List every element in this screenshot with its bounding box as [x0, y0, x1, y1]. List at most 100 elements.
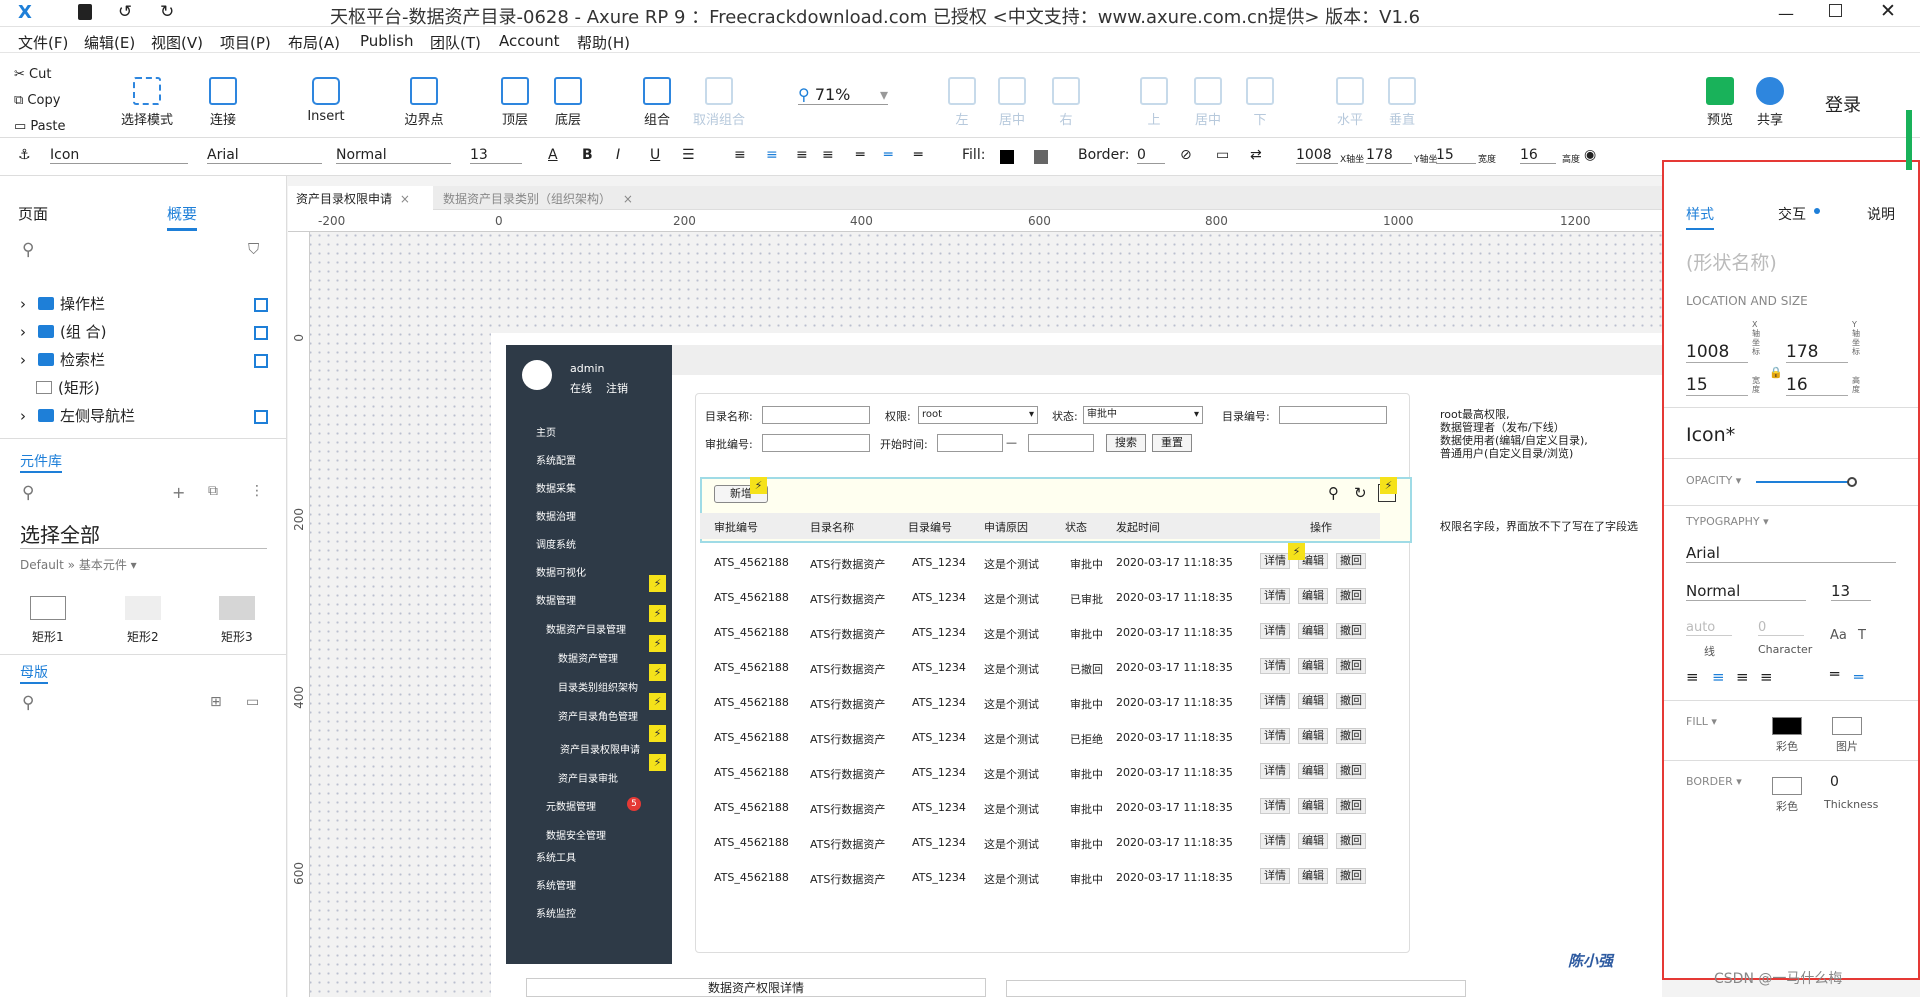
- nav-item[interactable]: 数据采集: [536, 480, 576, 495]
- revoke-button[interactable]: 撤回: [1336, 658, 1366, 674]
- valign-top-icon[interactable]: ═: [856, 147, 864, 163]
- search-button[interactable]: 搜索: [1106, 434, 1146, 452]
- shape-name-input[interactable]: (形状名称): [1686, 248, 1777, 275]
- opacity-slider-track[interactable]: [1756, 481, 1852, 483]
- maximize-icon[interactable]: [1829, 4, 1842, 17]
- menu-view[interactable]: 视图(V): [151, 32, 203, 53]
- edit-button[interactable]: 编辑: [1298, 623, 1328, 639]
- connect-button[interactable]: 连接: [198, 77, 248, 128]
- fill-color-swatch[interactable]: [1772, 717, 1802, 735]
- interaction-bolt-icon[interactable]: ⚡: [649, 575, 666, 592]
- x-coordinate-field[interactable]: 1008: [1686, 342, 1748, 363]
- detail-button[interactable]: 详情: [1260, 658, 1290, 674]
- outline-item[interactable]: › 操作栏: [20, 293, 105, 314]
- fill-color-swatch[interactable]: [1000, 150, 1014, 164]
- border-visibility-icon[interactable]: ▭: [1216, 147, 1229, 163]
- revoke-button[interactable]: 撤回: [1336, 553, 1366, 569]
- interaction-bolt-icon[interactable]: ⚡: [649, 693, 666, 710]
- height-field[interactable]: 16: [1786, 375, 1848, 396]
- lock-icon[interactable]: 🔒: [1769, 366, 1783, 379]
- select-mode-button[interactable]: 选择模式: [117, 77, 177, 128]
- nav-item[interactable]: 主页: [536, 424, 556, 439]
- revoke-button[interactable]: 撤回: [1336, 833, 1366, 849]
- valign-top-icon[interactable]: ═: [1830, 665, 1839, 683]
- nav-item[interactable]: 数据管理: [536, 592, 576, 607]
- detail-button[interactable]: 详情: [1260, 763, 1290, 779]
- bring-top-button[interactable]: 顶层: [495, 77, 535, 128]
- tab-notes[interactable]: 说明: [1867, 204, 1895, 224]
- search-icon[interactable]: ⚲: [1328, 484, 1339, 502]
- nav-item[interactable]: 元数据管理: [546, 798, 596, 813]
- detail-button[interactable]: 详情: [1260, 553, 1290, 569]
- revoke-button[interactable]: 撤回: [1336, 728, 1366, 744]
- nav-item[interactable]: 目录类别组织架构: [558, 679, 638, 694]
- align-right-button[interactable]: 右: [1046, 77, 1086, 128]
- logout-link[interactable]: 注销: [606, 380, 628, 396]
- interaction-bolt-icon[interactable]: ⚡: [649, 725, 666, 742]
- send-bottom-button[interactable]: 底层: [548, 77, 588, 128]
- width-field[interactable]: 15: [1436, 147, 1476, 164]
- font-size-field[interactable]: 13: [1831, 582, 1871, 601]
- preview-button[interactable]: 预览: [1700, 77, 1740, 128]
- menu-file[interactable]: 文件(F): [18, 32, 68, 53]
- align-left-button[interactable]: 左: [942, 77, 982, 128]
- valign-middle-icon[interactable]: ═: [1854, 668, 1863, 686]
- visibility-checkbox[interactable]: [254, 326, 268, 340]
- tab-pages[interactable]: 页面: [18, 203, 48, 224]
- nav-item[interactable]: 资产目录角色管理: [558, 708, 638, 723]
- ungroup-button[interactable]: 取消组合: [688, 77, 750, 128]
- revoke-button[interactable]: 撤回: [1336, 693, 1366, 709]
- detail-button[interactable]: 详情: [1260, 623, 1290, 639]
- detail-button[interactable]: 详情: [1260, 798, 1290, 814]
- library-search-icon[interactable]: ⚲: [22, 483, 34, 503]
- save-icon[interactable]: [78, 4, 92, 20]
- y-field[interactable]: 178: [1366, 147, 1412, 164]
- font-weight-field[interactable]: Normal: [1686, 582, 1806, 601]
- add-library-icon[interactable]: +: [172, 483, 185, 502]
- redo-icon[interactable]: ↻: [160, 2, 174, 22]
- tab-interactions[interactable]: 交互: [1778, 204, 1806, 224]
- tab-permission-apply[interactable]: 资产目录权限申请 ×: [288, 186, 433, 210]
- outline-item[interactable]: › 左侧导航栏: [20, 405, 135, 426]
- menu-publish[interactable]: Publish: [360, 32, 413, 50]
- style-name[interactable]: Icon*: [1686, 424, 1735, 446]
- tab-style[interactable]: 样式: [1686, 204, 1714, 230]
- start-date-input[interactable]: [937, 434, 1003, 452]
- edit-button[interactable]: 编辑: [1298, 728, 1328, 744]
- interaction-bolt-icon[interactable]: ⚡: [649, 754, 666, 771]
- nav-item[interactable]: 系统工具: [536, 849, 576, 864]
- valign-bottom-icon[interactable]: ═: [914, 147, 922, 163]
- widget-style-select[interactable]: Icon: [50, 147, 188, 164]
- detail-button[interactable]: 详情: [1260, 693, 1290, 709]
- edit-button[interactable]: 编辑: [1298, 658, 1328, 674]
- nav-item[interactable]: 系统监控: [536, 905, 576, 920]
- align-top-button[interactable]: 上: [1134, 77, 1174, 128]
- border-width-field[interactable]: 0: [1137, 147, 1165, 164]
- detail-button[interactable]: 详情: [1260, 588, 1290, 604]
- line-spacing-field[interactable]: auto: [1686, 620, 1732, 636]
- detail-button[interactable]: 详情: [1260, 868, 1290, 884]
- nav-item[interactable]: 资产目录审批: [558, 770, 618, 785]
- group-button[interactable]: 组合: [637, 77, 677, 128]
- height-field[interactable]: 16: [1520, 147, 1556, 164]
- end-date-input[interactable]: [1028, 434, 1094, 452]
- border-color-swatch[interactable]: [1772, 777, 1802, 795]
- border-style-icon[interactable]: ⊘: [1180, 147, 1192, 163]
- more-icon[interactable]: ⋮: [250, 483, 264, 499]
- font-size-select[interactable]: 13: [470, 147, 522, 164]
- library-select[interactable]: 选择全部: [20, 519, 267, 549]
- distribute-v-button[interactable]: 垂直: [1382, 77, 1422, 128]
- edit-button[interactable]: 编辑: [1298, 763, 1328, 779]
- interaction-bolt-icon[interactable]: ⚡: [1288, 543, 1305, 560]
- revoke-button[interactable]: 撤回: [1336, 588, 1366, 604]
- menu-edit[interactable]: 编辑(E): [84, 32, 135, 53]
- insert-button[interactable]: Insert: [296, 77, 356, 124]
- font-family-field[interactable]: Arial: [1686, 544, 1896, 563]
- text-align-center-icon[interactable]: ≡: [766, 147, 778, 163]
- menu-account[interactable]: Account: [499, 32, 560, 50]
- share-button[interactable]: 共享: [1750, 77, 1790, 128]
- y-coordinate-field[interactable]: 178: [1786, 342, 1848, 363]
- masters-search-icon[interactable]: ⚲: [22, 693, 34, 713]
- search-icon[interactable]: ⚲: [22, 240, 34, 260]
- revoke-button[interactable]: 撤回: [1336, 763, 1366, 779]
